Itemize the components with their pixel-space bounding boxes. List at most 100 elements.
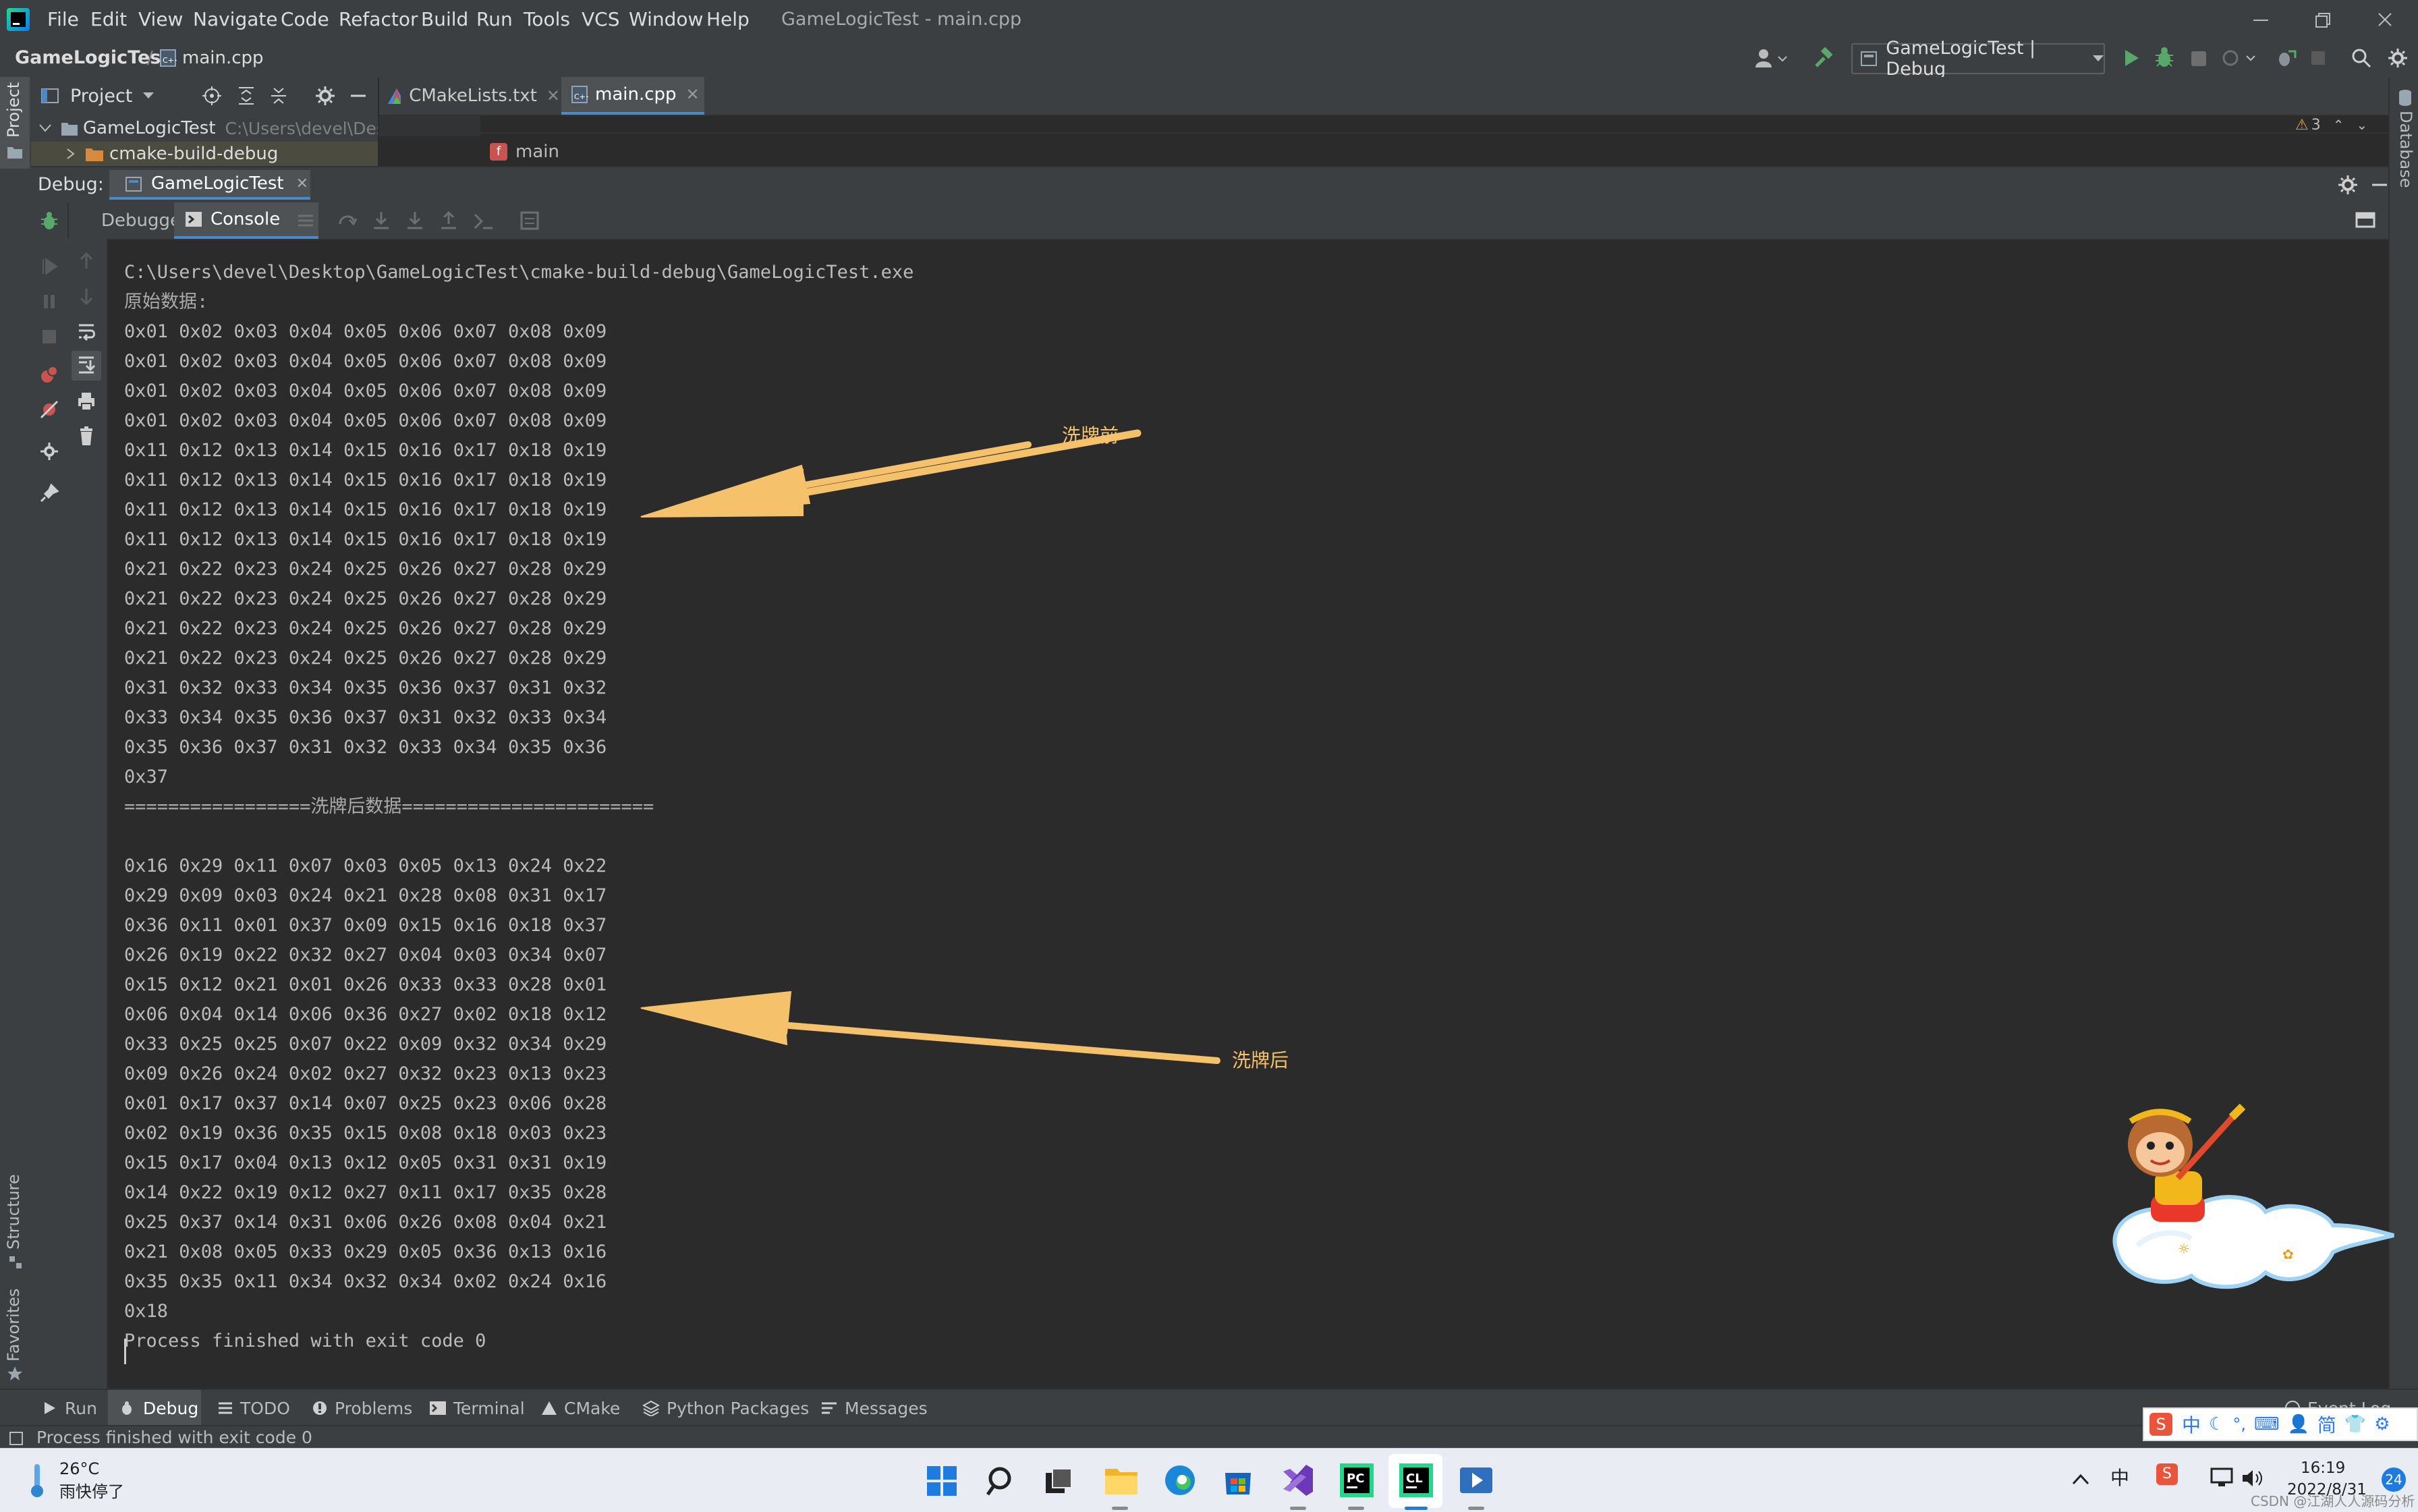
locate-target-icon[interactable] (201, 85, 223, 107)
prev-highlight-icon[interactable]: ⌃ (2333, 117, 2344, 133)
restore-icon[interactable] (2313, 11, 2333, 30)
punctuation-icon[interactable]: °, (2232, 1415, 2246, 1434)
stop-icon[interactable] (39, 327, 59, 347)
tab-cmakelists[interactable]: CMakeLists.txt ✕ (387, 77, 560, 115)
stop-icon[interactable] (2309, 49, 2328, 67)
ime-settings-icon[interactable]: ⚙ (2374, 1414, 2390, 1434)
run-play-icon[interactable] (2121, 47, 2141, 69)
project-tree-root[interactable]: GameLogicTest C:\Users\devel\Desk (31, 115, 378, 142)
pin-tab-icon[interactable] (39, 483, 59, 503)
bottom-tab-run[interactable]: Run (30, 1390, 104, 1426)
force-step-into-icon[interactable] (405, 211, 425, 231)
attach-debugger-icon[interactable] (2275, 47, 2297, 69)
pycharm-icon[interactable]: PC (1340, 1463, 1374, 1497)
build-hammer-icon[interactable] (1812, 47, 1834, 69)
microsoft-store-icon[interactable] (1221, 1463, 1255, 1497)
minimize-icon[interactable] (2251, 12, 2271, 28)
scroll-to-end-toggle[interactable] (72, 351, 101, 381)
user-icon[interactable]: 👤 (2288, 1414, 2309, 1434)
pause-icon[interactable] (39, 291, 59, 312)
close-window-icon[interactable] (2375, 11, 2395, 30)
sogou-tray-icon[interactable]: S (2156, 1463, 2178, 1485)
ime-simplified[interactable]: 简 (2317, 1411, 2336, 1438)
profiler-icon[interactable] (2221, 47, 2259, 69)
close-icon[interactable]: ✕ (686, 85, 700, 104)
editor-breadcrumb[interactable]: f main (490, 140, 559, 163)
menu-run[interactable]: Run (476, 0, 513, 39)
up-arrow-icon[interactable] (77, 251, 96, 271)
favorites-tool-button[interactable]: Favorites (0, 1285, 30, 1386)
status-square-icon[interactable] (8, 1430, 24, 1447)
bottom-tab-cmake[interactable]: CMake (537, 1390, 631, 1426)
ime-mode-chinese[interactable]: 中 (2182, 1411, 2201, 1438)
menu-help[interactable]: Help (706, 0, 750, 39)
task-view-icon[interactable] (1043, 1465, 1075, 1497)
soft-wrap-icon[interactable] (77, 321, 96, 341)
media-player-icon[interactable] (1459, 1463, 1494, 1497)
project-tool-button[interactable]: Project (0, 77, 30, 169)
hide-pane-icon[interactable] (2369, 174, 2390, 196)
search-icon[interactable] (985, 1465, 1017, 1497)
close-icon[interactable]: ✕ (546, 86, 560, 105)
user-account-icon[interactable] (1754, 47, 1789, 69)
close-icon[interactable]: ✕ (296, 175, 308, 192)
hide-pane-icon[interactable] (348, 85, 368, 107)
settings-gear-icon[interactable] (2387, 47, 2409, 69)
layout-settings-icon[interactable] (2355, 211, 2379, 231)
view-breakpoints-icon[interactable] (39, 364, 59, 385)
search-icon[interactable] (2351, 47, 2372, 69)
mute-breakpoints-icon[interactable] (39, 399, 59, 420)
menu-window[interactable]: Window (629, 0, 703, 39)
keyboard-icon[interactable]: ⌨ (2254, 1414, 2280, 1434)
database-tool-button[interactable]: Database (2392, 89, 2417, 197)
gear-icon[interactable] (314, 85, 336, 107)
trash-clear-icon[interactable] (77, 426, 96, 447)
list-lines-icon[interactable] (296, 211, 316, 231)
coverage-icon[interactable] (2189, 47, 2209, 69)
bottom-tab-terminal[interactable]: Terminal (425, 1390, 533, 1426)
windows-start-icon[interactable] (926, 1465, 958, 1497)
gear-icon[interactable] (2337, 174, 2359, 196)
skin-shirt-icon[interactable]: 👕 (2344, 1414, 2366, 1434)
menu-code[interactable]: Code (281, 0, 329, 39)
bottom-tab-debug[interactable]: Debug (108, 1390, 201, 1426)
moon-punctuation-icon[interactable]: ☾ (2209, 1414, 2224, 1434)
menu-tools[interactable]: Tools (524, 0, 570, 39)
file-explorer-icon[interactable] (1104, 1463, 1139, 1497)
gear-icon[interactable] (39, 441, 59, 461)
chevron-up-icon[interactable] (2071, 1470, 2090, 1489)
bottom-tab-todo[interactable]: TODO (209, 1390, 298, 1426)
step-out-icon[interactable] (439, 211, 459, 231)
clock-time[interactable]: 16:19 (2301, 1459, 2345, 1477)
structure-tool-button[interactable]: Structure (0, 1156, 30, 1278)
collapse-all-icon[interactable] (269, 85, 289, 107)
edge-browser-icon[interactable] (1163, 1463, 1197, 1497)
ime-tray-chinese[interactable]: 中 (2110, 1463, 2129, 1490)
console-output[interactable]: C:\Users\devel\Desktop\GameLogicTest\cma… (108, 240, 2394, 1389)
project-tree-item-cmake-build-debug[interactable]: cmake-build-debug (31, 142, 378, 166)
run-to-cursor-icon[interactable] (472, 211, 497, 231)
breadcrumb-file[interactable]: main.cpp (182, 39, 264, 77)
menu-view[interactable]: View (138, 0, 183, 39)
speaker-volume-icon[interactable] (2241, 1467, 2266, 1489)
expand-all-icon[interactable] (236, 85, 256, 107)
debug-bug-icon[interactable] (2154, 46, 2175, 69)
weather-widget[interactable]: 26°C 雨快停了 (27, 1459, 124, 1501)
menu-refactor[interactable]: Refactor (339, 0, 418, 39)
down-arrow-icon[interactable] (77, 286, 96, 306)
ime-toolbar[interactable]: S 中 ☾ °, ⌨ 👤 简 👕 ⚙ (2143, 1407, 2418, 1441)
next-highlight-icon[interactable]: ⌄ (2357, 117, 2368, 133)
bottom-tab-python-packages[interactable]: Python Packages (638, 1390, 820, 1426)
step-over-icon[interactable] (337, 211, 358, 231)
evaluate-expression-icon[interactable] (519, 211, 540, 231)
visual-studio-icon[interactable] (1281, 1462, 1316, 1499)
menu-vcs[interactable]: VCS (582, 0, 619, 39)
notification-badge[interactable]: 24 (2382, 1467, 2406, 1492)
clion-icon[interactable]: CL (1399, 1463, 1433, 1497)
menu-build[interactable]: Build (421, 0, 468, 39)
project-view-selector[interactable]: Project (40, 77, 155, 115)
network-monitor-icon[interactable] (2210, 1467, 2234, 1489)
menu-edit[interactable]: Edit (90, 0, 127, 39)
bottom-tab-messages[interactable]: Messages (816, 1390, 938, 1426)
rerun-icon[interactable] (39, 256, 59, 277)
